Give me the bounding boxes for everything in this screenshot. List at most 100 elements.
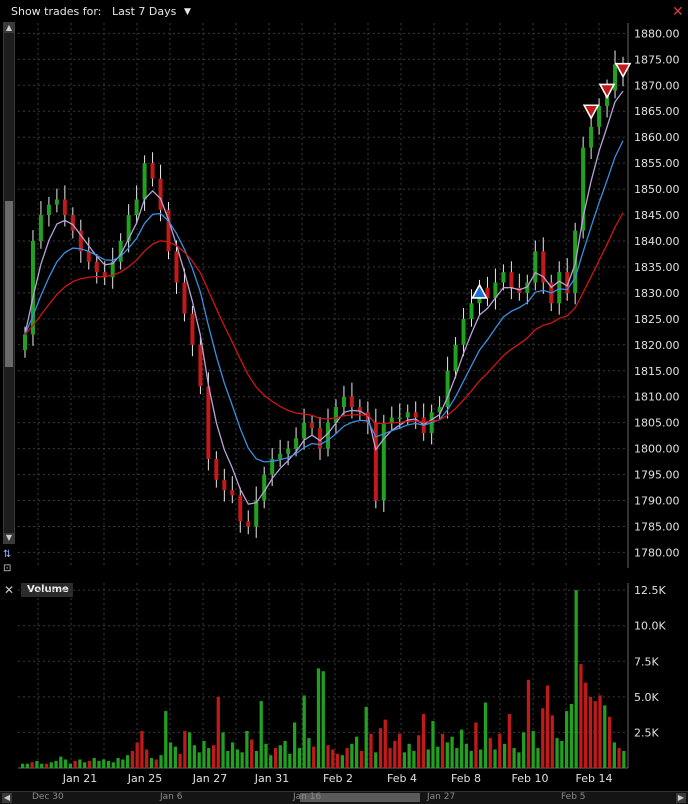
price-tick-label: 1870.00 <box>634 79 680 92</box>
candle-body <box>246 521 251 527</box>
volume-chart: 12.5K10.0K7.5K5.0K2.5K Jan 21 Jan 25 Jan 2… <box>18 583 666 785</box>
candle-body <box>501 272 506 283</box>
volume-bar <box>35 760 39 768</box>
price-tick-label: 1820.00 <box>634 339 680 352</box>
volume-bar <box>588 696 593 768</box>
volume-bar <box>44 763 49 768</box>
volume-bar <box>30 762 34 768</box>
volume-bar <box>512 748 516 768</box>
price-tick-label: 1825.00 <box>634 313 680 326</box>
volume-bar <box>292 722 297 768</box>
volume-bar <box>331 749 335 768</box>
volume-bar <box>612 742 616 768</box>
horizontal-scrollbar[interactable]: ◀ Dec 30 Jan 6 Jan 16 Jan 27 Feb 5 ▶ <box>0 791 688 804</box>
volume-bar <box>359 750 364 768</box>
volume-bar <box>450 736 454 768</box>
volume-bar <box>102 759 106 768</box>
volume-bar <box>417 735 421 768</box>
volume-bar <box>378 728 383 768</box>
volume-bar <box>106 760 111 768</box>
volume-bar <box>474 722 478 768</box>
volume-bar <box>254 750 259 768</box>
x-tick-label: Feb 10 <box>512 772 549 785</box>
candle-body <box>206 386 211 459</box>
volume-bar <box>483 702 488 768</box>
volume-bar <box>502 743 507 768</box>
volume-bar <box>68 763 72 768</box>
candle-body <box>453 344 458 371</box>
candle-body <box>214 459 219 480</box>
candle-body <box>557 272 562 304</box>
price-tick-label: 1800.00 <box>634 443 680 456</box>
volume-bar <box>121 759 125 768</box>
volume-bar <box>250 739 254 768</box>
volume-bar <box>455 748 459 768</box>
volume-bar <box>173 746 177 768</box>
volume-bar <box>168 742 173 768</box>
volume-bar <box>569 703 574 768</box>
volume-bar <box>393 740 397 768</box>
volume-bar <box>245 731 249 768</box>
price-tick-label: 1805.00 <box>634 417 680 430</box>
scroll-date-label: Feb 5 <box>561 792 586 802</box>
volume-bar <box>383 719 387 768</box>
volume-bar <box>297 748 302 768</box>
volume-bar <box>488 738 492 768</box>
candle-body <box>310 422 315 428</box>
volume-bar <box>273 748 278 768</box>
volume-bar <box>197 752 201 768</box>
price-tick-label: 1835.00 <box>634 261 680 274</box>
price-tick-label: 1815.00 <box>634 365 680 378</box>
volume-bar <box>326 745 330 768</box>
scroll-right-icon[interactable]: ▶ <box>676 793 686 803</box>
candle-body <box>142 163 147 200</box>
volume-bar <box>622 750 626 768</box>
x-tick-label: Jan 31 <box>254 772 289 785</box>
volume-bar <box>550 715 554 768</box>
price-tick-label: 1810.00 <box>634 391 680 404</box>
candle-body <box>22 334 27 350</box>
scroll-left-icon[interactable]: ◀ <box>2 793 12 803</box>
x-tick-label: Feb 8 <box>451 772 481 785</box>
volume-bar <box>374 752 378 768</box>
candle-body <box>286 448 291 454</box>
candle-body <box>150 163 155 179</box>
price-plot-area <box>18 23 628 568</box>
candle-body <box>254 500 259 527</box>
candle-body <box>222 479 227 491</box>
volume-bar <box>526 679 531 768</box>
scroll-date-label: Jan 27 <box>427 792 456 802</box>
volume-bar <box>92 758 96 768</box>
price-axis: 1780.00 1785.00 1790.00 1795.00 1800.00 1805.… <box>634 27 680 559</box>
volume-bar <box>269 755 273 768</box>
price-tick-label: 1830.00 <box>634 287 680 300</box>
volume-bar <box>164 711 168 768</box>
volume-bar <box>464 743 469 768</box>
volume-bar <box>159 755 163 768</box>
price-tick-label: 1860.00 <box>634 131 680 144</box>
candle-body <box>294 438 299 449</box>
volume-bar <box>507 713 511 768</box>
candle-body <box>198 344 203 387</box>
volume-bar <box>149 758 154 768</box>
volume-bar <box>436 746 440 768</box>
x-tick-label: Feb 14 <box>576 772 613 785</box>
volume-bar <box>211 745 216 768</box>
volume-bar <box>73 760 77 768</box>
volume-bar <box>340 755 344 768</box>
candle-body <box>597 106 602 127</box>
x-axis: Jan 21 Jan 25 Jan 27 Jan 31 Feb 2 Feb 4 Feb 8 F… <box>62 772 613 785</box>
volume-bar <box>145 749 149 768</box>
volume-bar <box>522 732 526 768</box>
volume-bar <box>183 731 187 768</box>
volume-bar <box>445 742 449 768</box>
price-tick-label: 1865.00 <box>634 105 680 118</box>
price-chart: 1780.00 1785.00 1790.00 1795.00 1800.00 1805.… <box>18 23 680 568</box>
candle-body <box>262 474 267 501</box>
candle-body <box>469 303 474 319</box>
volume-bar <box>188 732 192 768</box>
volume-bar <box>226 750 230 768</box>
volume-bar <box>574 590 578 768</box>
candle-body <box>94 261 99 273</box>
price-tick-label: 1875.00 <box>634 53 680 66</box>
